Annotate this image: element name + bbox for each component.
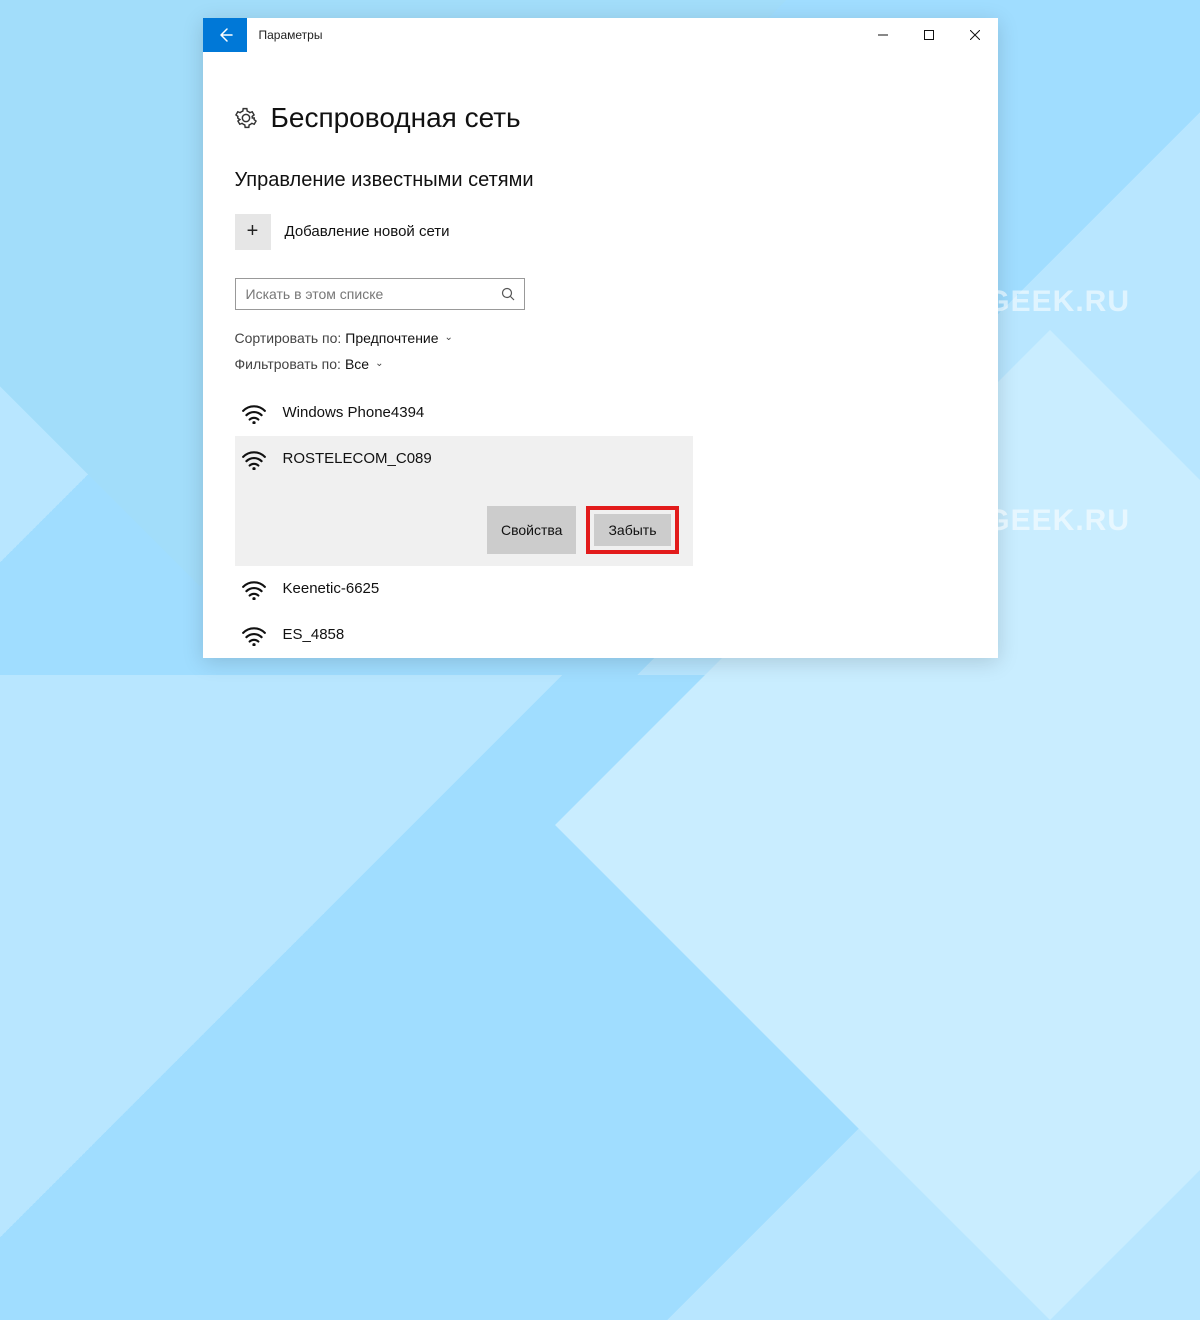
window-controls xyxy=(860,18,998,52)
maximize-icon xyxy=(924,30,934,40)
titlebar: Параметры xyxy=(203,18,998,52)
back-button[interactable] xyxy=(203,18,247,52)
filter-dropdown[interactable]: Все ⌄ xyxy=(345,356,384,372)
filter-label: Фильтровать по: xyxy=(235,356,341,372)
add-network-button[interactable]: + Добавление новой сети xyxy=(235,214,525,250)
section-title: Управление известными сетями xyxy=(235,169,691,192)
highlight-annotation: Забыть xyxy=(586,506,678,554)
arrow-left-icon xyxy=(217,27,233,43)
page-header: Беспроводная сеть xyxy=(235,102,691,134)
properties-button[interactable]: Свойства xyxy=(487,506,576,554)
network-list: Windows Phone4394 ROSTELECOM_C089 Свойст… xyxy=(235,390,693,658)
minimize-button[interactable] xyxy=(860,18,906,52)
minimize-icon xyxy=(878,30,888,40)
page-title: Беспроводная сеть xyxy=(271,102,521,134)
network-actions: Свойства Забыть xyxy=(241,506,683,554)
network-name: Keenetic-6625 xyxy=(283,580,380,597)
sort-value: Предпочтение xyxy=(345,330,438,346)
plus-icon: + xyxy=(235,214,271,250)
forget-button[interactable]: Забыть xyxy=(594,514,670,546)
content-area: Беспроводная сеть Управление известными … xyxy=(203,52,723,658)
close-button[interactable] xyxy=(952,18,998,52)
network-item[interactable]: Windows Phone4394 xyxy=(235,390,693,436)
network-item[interactable]: Keenetic-6625 xyxy=(235,566,693,612)
wifi-icon xyxy=(241,624,267,646)
gear-icon xyxy=(235,107,257,129)
search-input[interactable] xyxy=(236,286,492,302)
network-name: Windows Phone4394 xyxy=(283,404,425,421)
maximize-button[interactable] xyxy=(906,18,952,52)
sort-row: Сортировать по: Предпочтение ⌄ xyxy=(235,330,691,346)
sort-label: Сортировать по: xyxy=(235,330,342,346)
close-icon xyxy=(970,30,980,40)
window-title: Параметры xyxy=(247,18,860,52)
add-network-label: Добавление новой сети xyxy=(285,223,450,240)
network-name: ES_4858 xyxy=(283,626,345,643)
wifi-icon xyxy=(241,578,267,600)
filter-row: Фильтровать по: Все ⌄ xyxy=(235,356,691,372)
wifi-icon xyxy=(241,448,267,470)
search-icon xyxy=(492,287,524,301)
search-box[interactable] xyxy=(235,278,525,310)
chevron-down-icon: ⌄ xyxy=(375,358,383,369)
wifi-icon xyxy=(241,402,267,424)
filter-value: Все xyxy=(345,356,369,372)
chevron-down-icon: ⌄ xyxy=(445,332,453,343)
network-item-selected[interactable]: ROSTELECOM_C089 Свойства Забыть xyxy=(235,436,693,566)
sort-dropdown[interactable]: Предпочтение ⌄ xyxy=(345,330,453,346)
network-item[interactable]: ES_4858 xyxy=(235,612,693,658)
network-name: ROSTELECOM_C089 xyxy=(283,450,432,467)
settings-window: Параметры Беспроводная сеть Управление и… xyxy=(203,18,998,658)
